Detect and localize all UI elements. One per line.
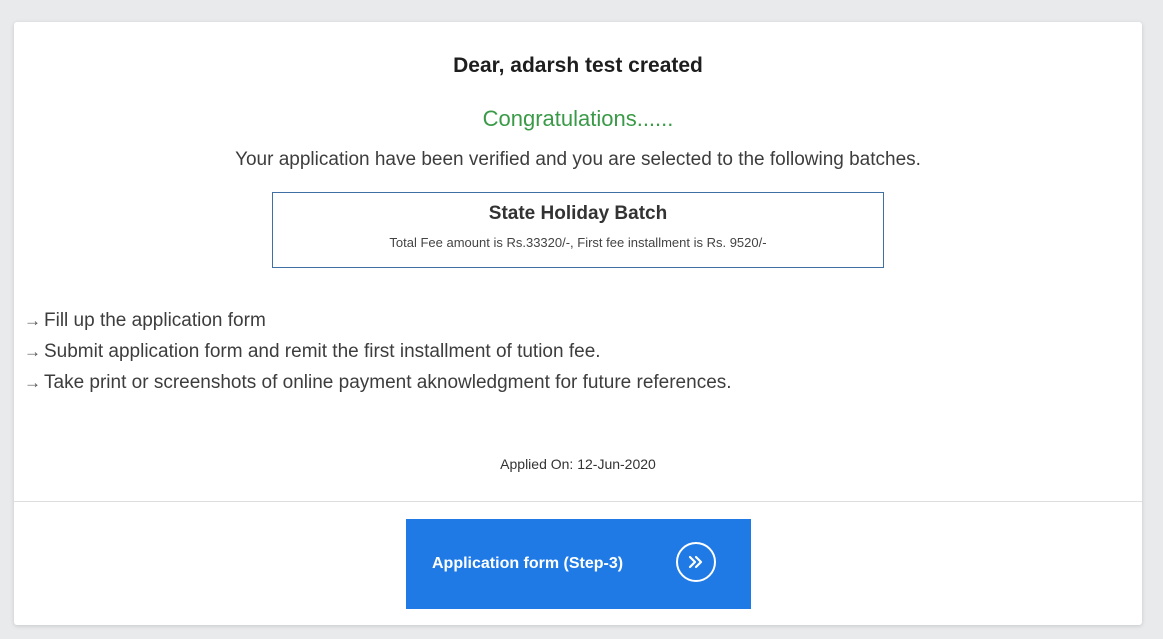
verification-message: Your application have been verified and … <box>235 149 921 170</box>
instruction-text: Fill up the application form <box>44 310 266 331</box>
applied-on-date: Applied On: 12-Jun-2020 <box>500 456 656 472</box>
batch-name: State Holiday Batch <box>488 203 668 224</box>
instruction-list: → Fill up the application form → Submit ap… <box>24 305 732 398</box>
instruction-text: Take print or screenshots of online paym… <box>44 372 732 393</box>
application-form-step3-button[interactable]: Application form (Step-3) <box>406 519 751 609</box>
instruction-item: → Fill up the application form <box>24 305 732 336</box>
batch-fee-details: Total Fee amount is Rs.33320/-, First fe… <box>389 235 767 250</box>
arrow-right-icon: → <box>24 342 41 361</box>
instruction-item: → Submit application form and remit the f… <box>24 336 732 367</box>
instruction-text: Submit application form and remit the fi… <box>44 341 601 362</box>
double-chevron-right-icon <box>676 542 716 582</box>
arrow-right-icon: → <box>24 311 41 330</box>
batch-box: State Holiday Batch Total Fee amount is … <box>272 192 884 268</box>
button-label: Application form (Step-3) <box>432 555 624 572</box>
confirmation-card: Dear, adarsh test created Congratulation… <box>14 22 1142 625</box>
greeting-heading: Dear, adarsh test created <box>453 54 703 77</box>
divider <box>14 501 1142 502</box>
arrow-right-icon: → <box>24 373 41 392</box>
instruction-item: → Take print or screenshots of online pay… <box>24 367 732 398</box>
congratulations-text: Congratulations...... <box>482 106 674 131</box>
